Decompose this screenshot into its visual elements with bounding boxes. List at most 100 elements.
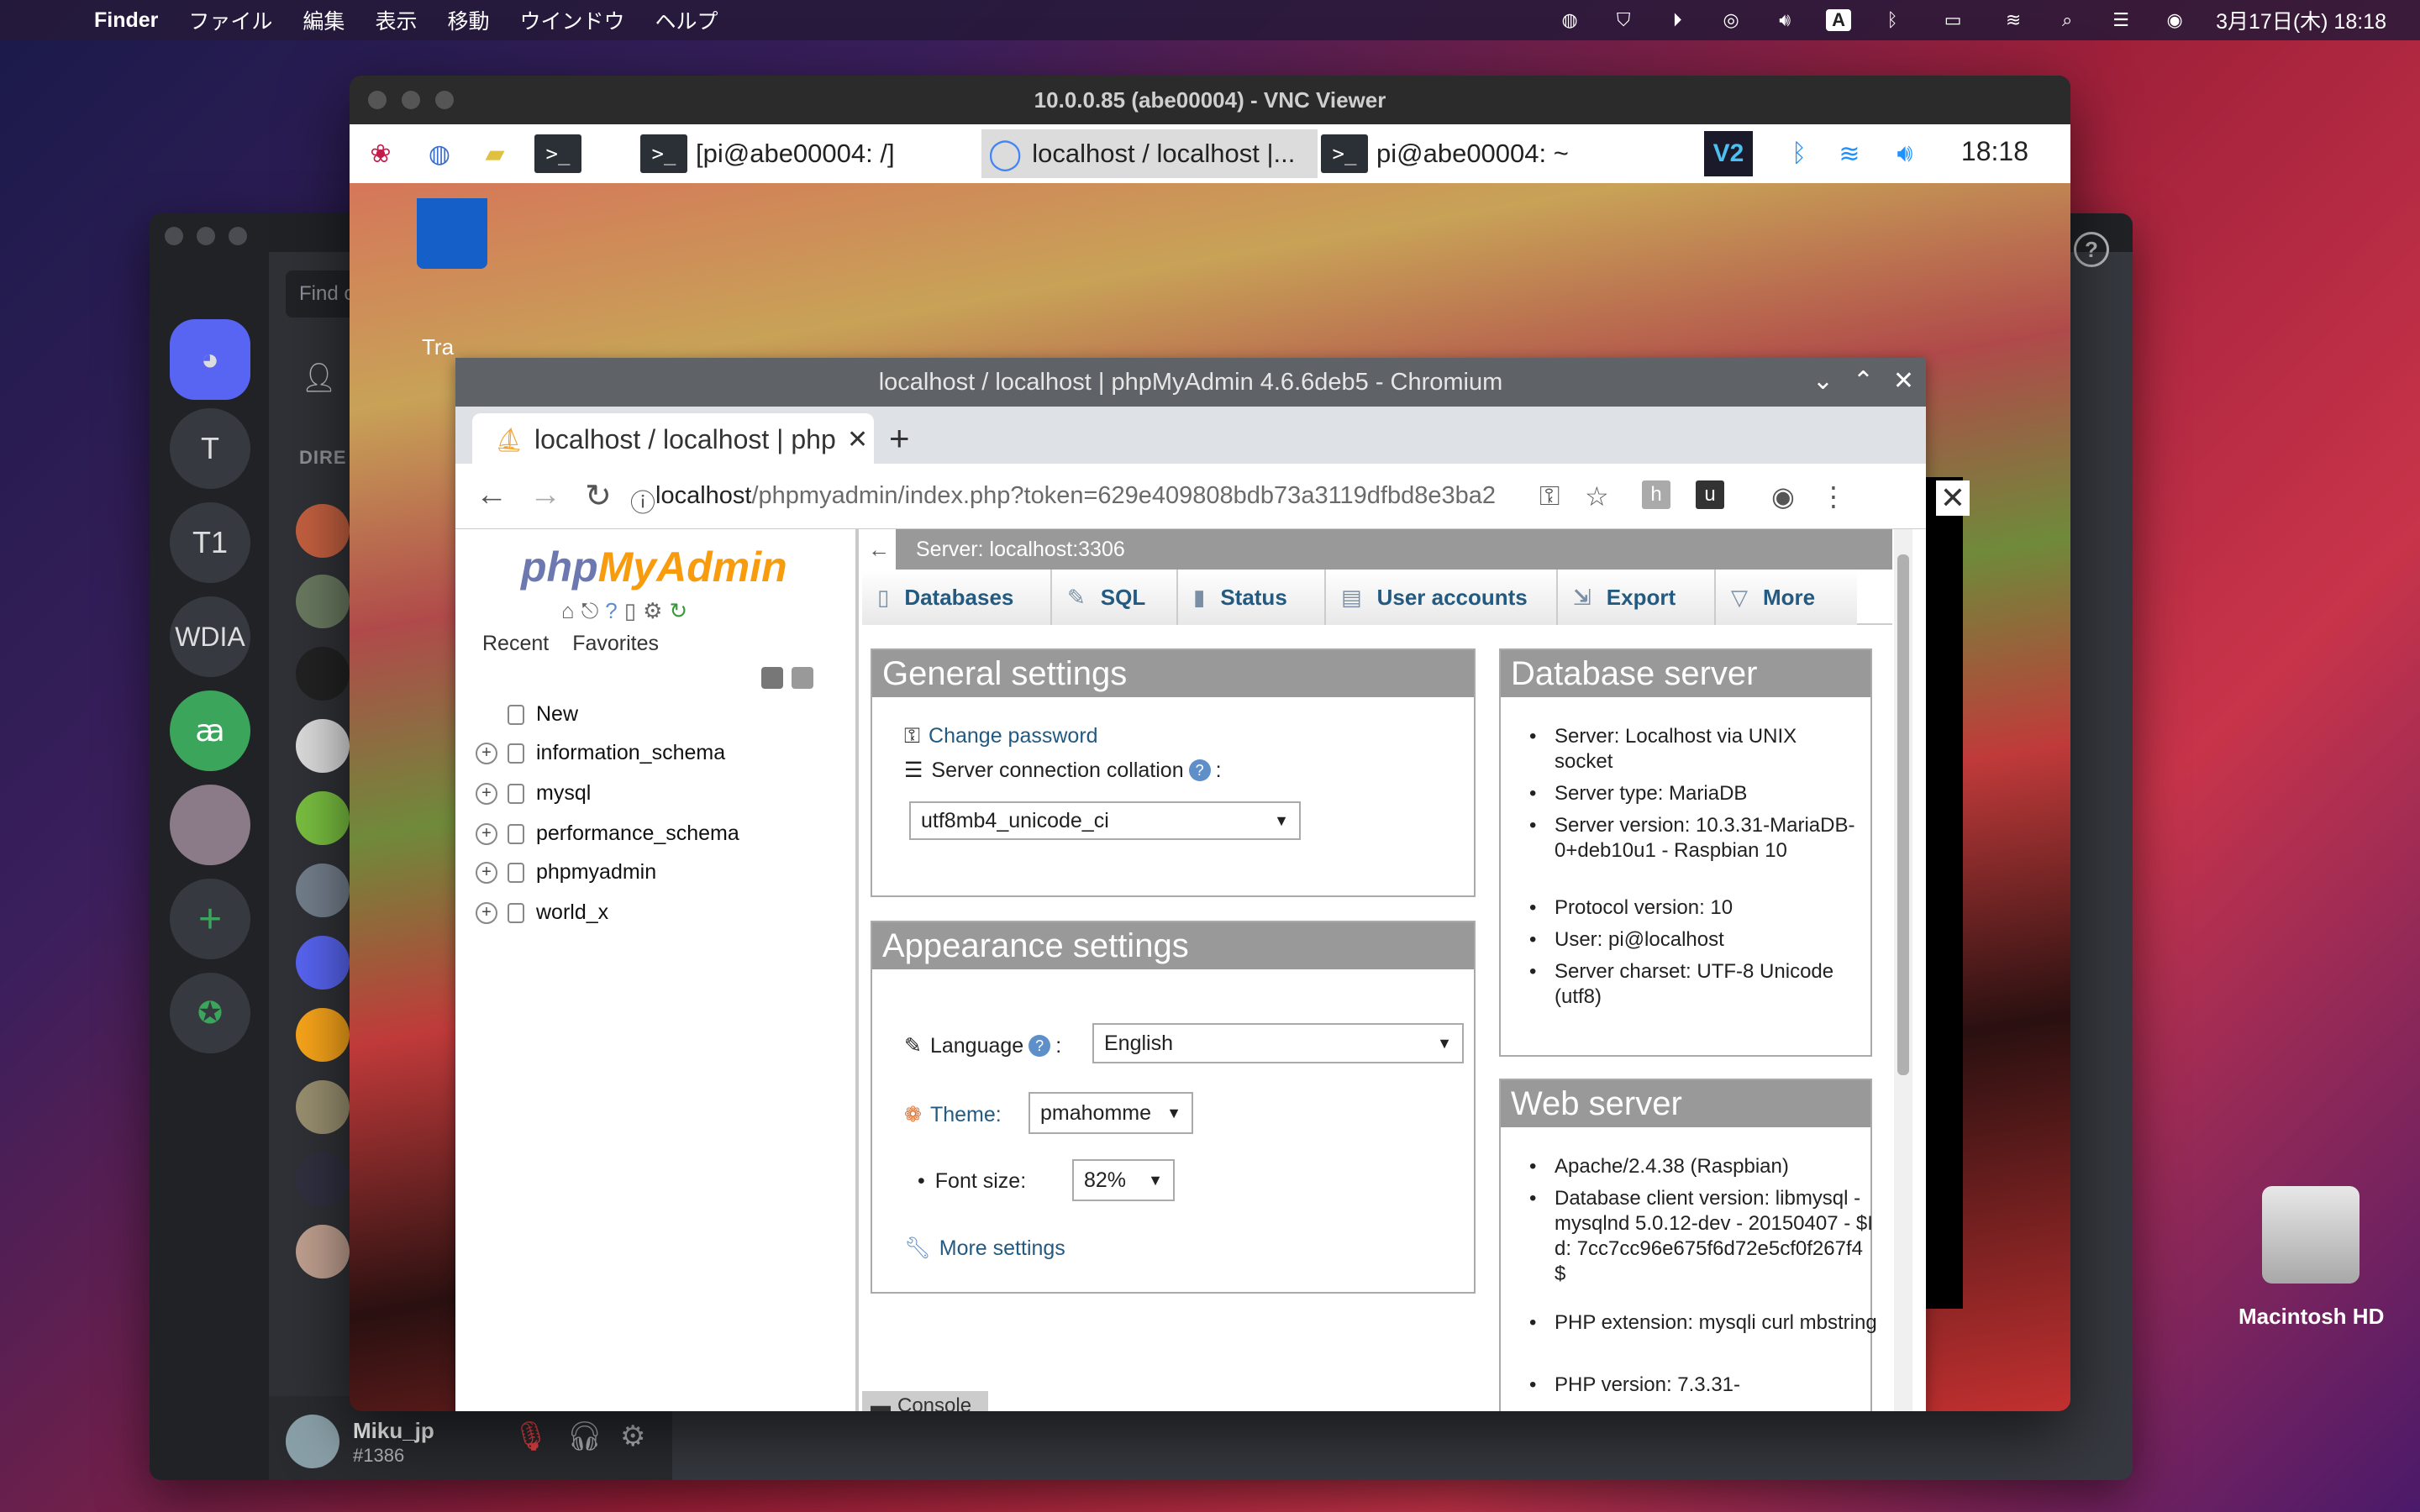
menu-window[interactable]: ウインドウ [519, 5, 624, 35]
taskbar-terminal-root[interactable]: >_ [pi@abe00004: /] [640, 129, 976, 178]
server-ac-icon[interactable]: ꜳ [170, 690, 250, 771]
terminal-icon[interactable]: >_ [534, 134, 581, 173]
close-button[interactable] [165, 227, 183, 245]
menu-help[interactable]: ヘルプ [655, 5, 718, 35]
trash-icon[interactable] [417, 198, 487, 269]
tab-export[interactable]: ⇲ Export [1558, 570, 1716, 625]
bluetooth-icon[interactable]: ᛒ [1880, 9, 1905, 31]
zoom-button[interactable] [435, 91, 454, 109]
discord-home-icon[interactable]: ◕ [170, 319, 250, 400]
menu-file[interactable]: ファイル [188, 5, 272, 35]
bluetooth-icon[interactable]: ᛒ [1775, 131, 1823, 176]
explore-compass-icon[interactable]: ✪ [170, 973, 250, 1053]
siri-icon[interactable]: ◉ [2162, 9, 2187, 31]
profile-icon[interactable]: ◉ [1771, 480, 1795, 512]
tab-databases[interactable]: ▯ Databases [862, 570, 1052, 625]
server-wdia[interactable]: WDIA [170, 596, 250, 677]
help-icon[interactable]: ? [2074, 232, 2109, 267]
mute-mic-icon[interactable]: 🎙︎ [513, 1420, 549, 1453]
settings-gear-icon[interactable]: ⚙ [643, 598, 662, 625]
wifi-icon[interactable]: ≋ [1825, 131, 1874, 176]
dm-avatar[interactable] [296, 1008, 350, 1062]
zoom-button[interactable] [229, 227, 247, 245]
tab-sql[interactable]: ✎ SQL [1052, 570, 1178, 625]
key-icon[interactable]: ⚿ [1539, 480, 1560, 512]
bookmark-star-icon[interactable]: ☆ [1585, 480, 1609, 512]
dm-avatar[interactable] [296, 864, 350, 917]
dm-avatar[interactable] [296, 1080, 350, 1134]
play-icon[interactable]: ⏵ [1665, 9, 1690, 31]
dm-avatar[interactable] [296, 1225, 350, 1278]
minimize-button[interactable] [402, 91, 420, 109]
console-toggle[interactable]: ▬ Console [862, 1391, 988, 1411]
shield-icon[interactable]: ⛉ [1611, 9, 1636, 31]
expand-icon[interactable]: + [476, 782, 497, 805]
tab-status[interactable]: ▮ Status [1178, 570, 1326, 625]
tree-item-new[interactable]: New [508, 702, 578, 727]
tree-item[interactable]: + mysql [476, 781, 591, 806]
user-avatar[interactable] [286, 1415, 339, 1468]
documentation-icon[interactable]: ▯ [624, 598, 636, 625]
browser-tab[interactable]: ⛵︎ localhost / localhost | phpMyAdmin ✕ [472, 413, 874, 465]
expand-icon[interactable]: + [476, 901, 497, 924]
reload-icon[interactable]: ↻ [585, 477, 612, 515]
site-info-icon[interactable]: ⓘ [630, 482, 655, 519]
dm-avatar[interactable] [296, 791, 350, 845]
add-server-icon[interactable]: + [170, 879, 250, 959]
taskbar-chromium[interactable]: ◯ localhost / localhost |... [981, 129, 1318, 178]
back-arrow-icon[interactable]: ← [862, 529, 896, 570]
theme-label-link[interactable]: Theme: [930, 1103, 1002, 1127]
maximize-icon[interactable]: ⌃ [1853, 366, 1874, 396]
tree-item[interactable]: + phpmyadmin [476, 860, 656, 885]
close-icon[interactable]: ✕ [1936, 480, 1970, 516]
menu-go[interactable]: 移動 [447, 5, 489, 35]
extension-h-icon[interactable]: h [1642, 480, 1670, 509]
menu-kebab-icon[interactable]: ⋮ [1820, 480, 1847, 512]
server-label[interactable]: Server: localhost:3306 [916, 538, 1125, 562]
vertical-scrollbar[interactable] [1894, 529, 1912, 1411]
menu-app-finder[interactable]: Finder [94, 8, 158, 33]
back-arrow-icon[interactable]: ← [476, 477, 508, 513]
macintosh-hd-icon[interactable] [2262, 1186, 2360, 1284]
line-icon[interactable]: ◍ [1557, 9, 1582, 31]
wifi-icon[interactable]: ≋ [2001, 9, 2026, 31]
search-icon[interactable]: ⌕ [2054, 9, 2080, 31]
battery-icon[interactable]: ▭ [1933, 9, 1972, 31]
minimize-button[interactable] [197, 227, 215, 245]
url-field[interactable]: localhost/phpmyadmin/index.php?token=629… [655, 482, 1496, 510]
settings-gear-icon[interactable]: ⚙ [620, 1420, 645, 1453]
docs-help-icon[interactable]: ? [605, 598, 617, 625]
collation-select[interactable]: utf8mb4_unicode_ci ▼ [909, 801, 1301, 840]
dm-avatar[interactable] [296, 936, 350, 990]
vnc-server-icon[interactable]: V2 [1704, 131, 1753, 176]
logout-icon[interactable]: ⎋ [581, 598, 599, 625]
headphones-icon[interactable]: 🎧︎ [566, 1420, 602, 1453]
phpmyadmin-logo[interactable]: phpMyAdmin [521, 543, 787, 591]
dm-avatar[interactable] [296, 504, 350, 558]
home-icon[interactable]: ⌂ [561, 598, 575, 625]
airdrop-icon[interactable]: ◎ [1718, 9, 1744, 31]
minimize-icon[interactable]: ⌄ [1812, 366, 1833, 396]
dm-avatar[interactable] [296, 719, 350, 773]
tab-user-accounts[interactable]: ▤ User accounts [1326, 570, 1558, 625]
file-manager-icon[interactable]: ▰ [471, 131, 519, 176]
tree-item[interactable]: + world_x [476, 900, 608, 925]
close-button[interactable] [368, 91, 387, 109]
more-settings-link[interactable]: More settings [939, 1236, 1065, 1261]
language-select[interactable]: English ▼ [1092, 1023, 1464, 1063]
web-browser-icon[interactable]: ◍ [415, 131, 464, 176]
collapse-all-icon[interactable] [761, 667, 783, 689]
extension-u-icon[interactable]: u [1696, 480, 1724, 509]
menu-edit[interactable]: 編集 [302, 5, 345, 35]
server-avatar[interactable] [170, 785, 250, 865]
scrollbar-thumb[interactable] [1897, 554, 1909, 1075]
server-t1[interactable]: T1 [170, 502, 250, 583]
forward-arrow-icon[interactable]: → [529, 477, 561, 513]
dm-avatar[interactable] [296, 647, 350, 701]
dm-avatar[interactable] [296, 575, 350, 628]
help-icon[interactable]: ? [1028, 1035, 1051, 1057]
close-tab-icon[interactable]: ✕ [847, 425, 868, 454]
recent-tab[interactable]: Recent [482, 632, 549, 656]
expand-icon[interactable]: + [476, 742, 497, 764]
expand-icon[interactable]: + [476, 861, 497, 884]
